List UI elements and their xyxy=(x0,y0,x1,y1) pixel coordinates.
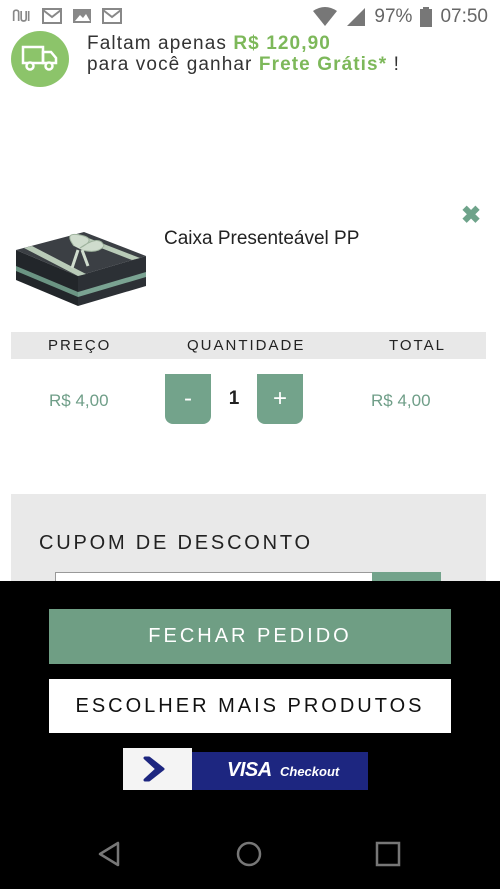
continue-shopping-button[interactable]: ESCOLHER MAIS PRODUTOS xyxy=(49,679,451,733)
mail-icon xyxy=(42,8,62,24)
free-shipping-message: Faltam apenas R$ 120,90 para você ganhar… xyxy=(87,33,400,75)
product-name: Caixa Presenteável PP xyxy=(164,228,360,249)
visa-checkout-text: Checkout xyxy=(280,764,340,779)
visa-checkout-button[interactable]: VISA Checkout xyxy=(123,748,368,790)
cart-table-header: PREÇO QUANTIDADE TOTAL xyxy=(11,332,486,359)
shipping-prefix-2: para você ganhar xyxy=(87,54,259,75)
product-image[interactable] xyxy=(14,228,148,310)
visa-chevron-icon xyxy=(123,748,192,790)
increase-quantity-button[interactable]: + xyxy=(257,374,303,424)
free-shipping-label: Frete Grátis* xyxy=(258,54,388,75)
visa-brand-text: VISA xyxy=(227,759,272,781)
shipping-suffix: ! xyxy=(387,54,400,75)
decrease-quantity-button[interactable]: - xyxy=(165,374,211,424)
image-icon xyxy=(73,9,91,23)
mail-icon xyxy=(102,8,122,24)
header-price: PREÇO xyxy=(48,337,112,354)
signal-icon xyxy=(347,8,366,26)
visa-logo: VISA Checkout xyxy=(192,752,368,790)
recents-icon[interactable] xyxy=(372,838,404,870)
status-bar: 97% 07:50 xyxy=(0,0,500,34)
home-icon[interactable] xyxy=(233,838,265,870)
checkout-button[interactable]: FECHAR PEDIDO xyxy=(49,609,451,664)
clock: 07:50 xyxy=(440,6,488,27)
notification-icons xyxy=(12,8,122,24)
battery-percent: 97% xyxy=(374,6,413,27)
android-nav-bar xyxy=(0,820,500,889)
battery-icon xyxy=(420,7,433,27)
back-icon[interactable] xyxy=(94,838,126,870)
remove-item-close-icon[interactable]: ✖ xyxy=(460,204,482,228)
remaining-amount: R$ 120,90 xyxy=(233,33,331,54)
system-status: 97% 07:50 xyxy=(312,6,488,28)
nubank-icon xyxy=(12,9,30,22)
quantity-value[interactable]: 1 xyxy=(222,388,246,410)
shipping-prefix: Faltam apenas xyxy=(87,33,234,54)
shipping-line-2: para você ganhar Frete Grátis* ! xyxy=(87,54,400,75)
header-quantity: QUANTIDADE xyxy=(187,337,306,354)
truck-icon xyxy=(11,31,69,87)
line-total: R$ 4,00 xyxy=(371,391,431,410)
wifi-icon xyxy=(313,7,338,26)
header-total: TOTAL xyxy=(389,337,446,354)
coupon-title: CUPOM DE DESCONTO xyxy=(39,532,313,554)
unit-price: R$ 4,00 xyxy=(49,391,109,410)
shipping-line-1: Faltam apenas R$ 120,90 xyxy=(87,33,400,54)
